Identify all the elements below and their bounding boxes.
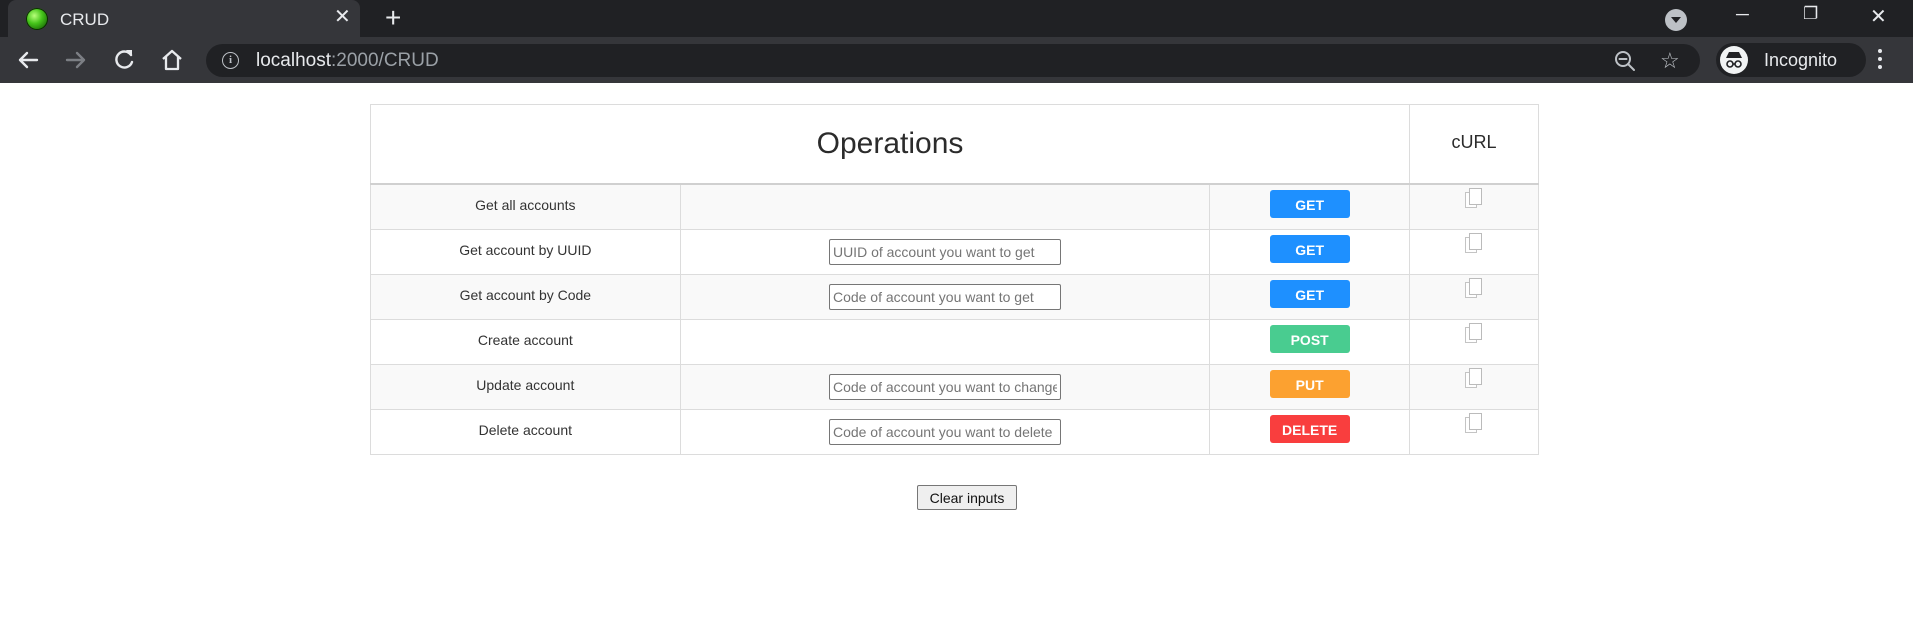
copy-curl-icon[interactable]	[1465, 232, 1483, 253]
table-row: Get all accounts GET	[370, 183, 1539, 230]
curl-cell	[1409, 183, 1539, 230]
operation-label: Get all accounts	[370, 183, 681, 230]
operations-table: Operations cURL Get all accounts GET Get a…	[369, 104, 1539, 455]
operation-input-cell	[679, 363, 1211, 410]
url-host: localhost	[256, 50, 331, 71]
copy-curl-icon[interactable]	[1465, 412, 1483, 433]
window-close-icon[interactable]: ✕	[1870, 4, 1887, 29]
table-row: Create account POST	[370, 318, 1539, 365]
site-info-icon[interactable]: i	[222, 52, 239, 69]
new-tab-icon[interactable]: +	[385, 4, 401, 32]
operation-input[interactable]	[828, 373, 1061, 400]
browser-toolbar: i localhost:2000/CRUD ☆ Incognito	[0, 37, 1913, 83]
operation-input[interactable]	[828, 418, 1061, 445]
get-button[interactable]: GET	[1269, 279, 1350, 308]
curl-header: cURL	[1409, 104, 1539, 185]
operation-input-cell	[679, 228, 1211, 275]
curl-cell	[1409, 273, 1539, 320]
address-bar[interactable]: i localhost:2000/CRUD ☆	[206, 44, 1700, 77]
clear-inputs-button[interactable]: Clear inputs	[917, 485, 1017, 510]
restore-icon[interactable]: ❐	[1803, 4, 1818, 24]
operation-label: Get account by Code	[370, 273, 681, 320]
operation-label: Create account	[370, 318, 681, 365]
operation-label: Update account	[370, 363, 681, 410]
browser-tab[interactable]: CRUD ✕	[8, 0, 360, 37]
operation-label: Delete account	[370, 408, 681, 455]
copy-curl-icon[interactable]	[1465, 188, 1483, 208]
incognito-icon	[1720, 46, 1748, 74]
post-button[interactable]: POST	[1269, 324, 1350, 353]
minimize-icon[interactable]: ─	[1736, 4, 1749, 25]
home-icon[interactable]	[157, 45, 187, 75]
operation-input[interactable]	[828, 283, 1061, 310]
operations-body: Get all accounts GET Get account by UUID GE…	[370, 183, 1539, 455]
table-row: Get account by Code GET	[370, 273, 1539, 320]
operation-input-cell	[679, 183, 1211, 230]
tab-strip: CRUD ✕ + ─ ❐ ✕	[0, 0, 1913, 37]
delete-button[interactable]: DELETE	[1269, 414, 1350, 443]
method-cell: POST	[1209, 318, 1411, 365]
table-row: Get account by UUID GET	[370, 228, 1539, 275]
method-cell: GET	[1209, 183, 1411, 230]
operation-input[interactable]	[828, 238, 1061, 265]
operation-input-cell	[679, 408, 1211, 455]
curl-cell	[1409, 408, 1539, 455]
tab-search-icon[interactable]	[1665, 9, 1687, 31]
tab-title: CRUD	[60, 10, 110, 29]
forward-arrow-icon[interactable]	[61, 45, 91, 75]
url-path: :2000/CRUD	[331, 50, 439, 71]
profile-label: Incognito	[1764, 50, 1838, 70]
get-button[interactable]: GET	[1269, 234, 1350, 263]
table-row: Update account PUT	[370, 363, 1539, 410]
operations-header: Operations	[369, 104, 1411, 185]
reload-icon[interactable]	[109, 45, 139, 75]
table-row: Delete account DELETE	[370, 408, 1539, 455]
bookmark-star-icon[interactable]: ☆	[1660, 48, 1680, 74]
curl-cell	[1409, 318, 1539, 365]
method-cell: GET	[1209, 228, 1411, 275]
method-cell: GET	[1209, 273, 1411, 320]
copy-curl-icon[interactable]	[1465, 322, 1483, 343]
back-arrow-icon[interactable]	[13, 45, 43, 75]
url-text[interactable]: localhost:2000/CRUD	[256, 50, 439, 72]
operation-input-cell	[679, 318, 1211, 365]
operation-input-cell	[679, 273, 1211, 320]
browser-menu-icon[interactable]	[1878, 49, 1882, 73]
operation-label: Get account by UUID	[370, 228, 681, 275]
put-button[interactable]: PUT	[1269, 369, 1350, 398]
method-cell: PUT	[1209, 363, 1411, 410]
curl-cell	[1409, 363, 1539, 410]
zoom-out-icon[interactable]	[1614, 50, 1636, 72]
copy-curl-icon[interactable]	[1465, 277, 1483, 298]
get-button[interactable]: GET	[1269, 190, 1350, 218]
tab-close-icon[interactable]: ✕	[334, 7, 351, 27]
method-cell: DELETE	[1209, 408, 1411, 455]
copy-curl-icon[interactable]	[1465, 367, 1483, 388]
green-orb-favicon-icon	[26, 8, 48, 30]
curl-cell	[1409, 228, 1539, 275]
incognito-profile-button[interactable]: Incognito	[1716, 43, 1866, 77]
